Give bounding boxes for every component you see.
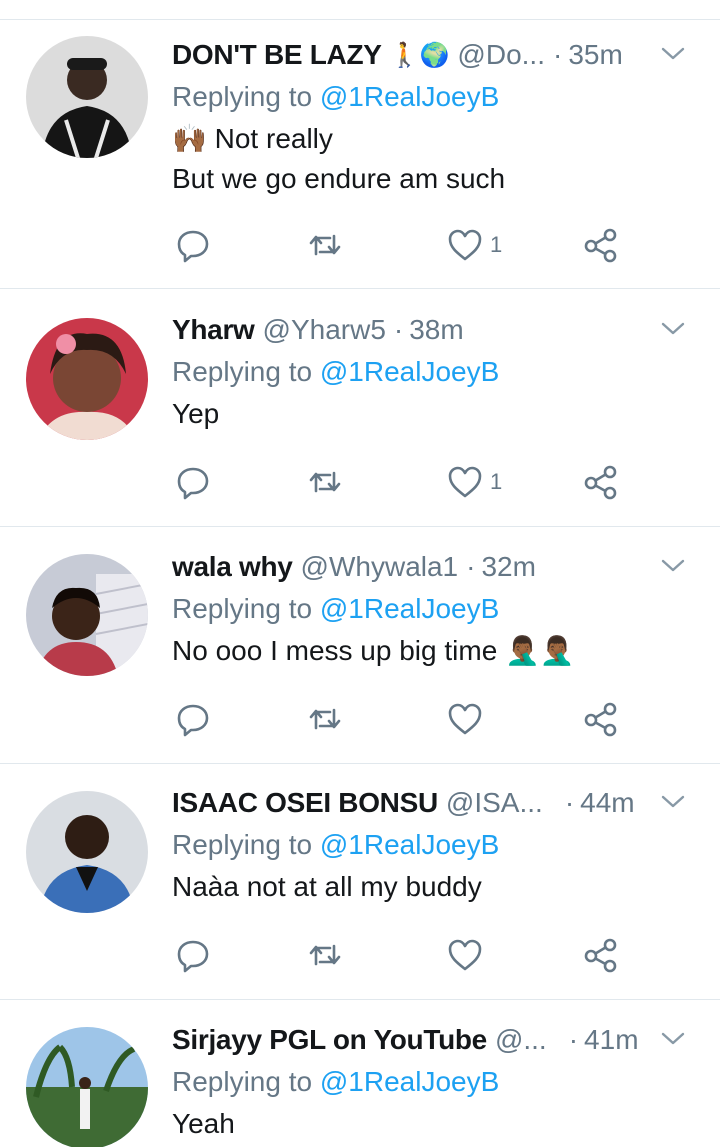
replying-to: Replying to @1RealJoeyB [172, 587, 700, 631]
share-button[interactable] [582, 933, 620, 977]
avatar[interactable] [26, 318, 148, 440]
heart-icon [448, 939, 482, 971]
display-name[interactable]: Sirjayy PGL on YouTube [172, 1024, 487, 1056]
chevron-down-icon[interactable] [658, 1026, 688, 1050]
tweet-text-line: Naàa not at all my buddy [172, 871, 482, 902]
reply-button[interactable] [174, 933, 212, 977]
like-count: 1 [490, 232, 503, 257]
heart-icon [448, 229, 482, 261]
avatar[interactable] [26, 36, 148, 158]
separator-dot: · [552, 39, 563, 70]
retweet-button[interactable] [306, 460, 344, 504]
tweet-text-line: No ooo I mess up big time 🤦🏾‍♂️🤦🏾‍♂️ [172, 635, 575, 666]
share-button[interactable] [582, 460, 620, 504]
share-icon [584, 938, 617, 973]
share-button[interactable] [582, 697, 620, 741]
replying-to-label: Replying to [172, 356, 320, 387]
timestamp[interactable]: 41m [584, 1024, 638, 1056]
replying-to-mention[interactable]: @1RealJoeyB [320, 1066, 499, 1097]
reply-button[interactable] [174, 697, 212, 741]
chevron-down-icon[interactable] [658, 789, 688, 813]
heart-icon [448, 466, 482, 498]
tweet-text-line: But we go endure am such [172, 163, 506, 194]
retweet-button[interactable] [306, 697, 344, 741]
tweet-1[interactable]: DON'T BE LAZY 🚶🌍 @Do... · 35m Replying t… [0, 21, 720, 289]
share-icon [584, 228, 617, 263]
share-icon [584, 702, 617, 737]
replying-to-mention[interactable]: @1RealJoeyB [320, 81, 499, 112]
display-name[interactable]: Yharw [172, 314, 255, 346]
display-name[interactable]: DON'T BE LAZY [172, 39, 382, 71]
avatar[interactable] [26, 554, 148, 676]
tweet-text-line: Yep [172, 398, 220, 429]
separator-dot: · [466, 551, 476, 582]
share-icon [584, 465, 617, 500]
chevron-down-icon[interactable] [658, 316, 688, 340]
tweet-3[interactable]: wala why @Whywala1 · 32m Replying to @1R… [0, 528, 720, 764]
replying-to: Replying to @1RealJoeyB [172, 350, 700, 394]
reply-button[interactable] [174, 460, 212, 504]
replying-to-mention[interactable]: @1RealJoeyB [320, 593, 499, 624]
replying-to-mention[interactable]: @1RealJoeyB [320, 356, 499, 387]
replying-to-label: Replying to [172, 593, 320, 624]
avatar[interactable] [26, 791, 148, 913]
user-handle[interactable]: @... [495, 1024, 547, 1056]
reply-icon [177, 230, 209, 263]
timestamp[interactable]: 35m [568, 39, 622, 71]
tweet-text-line: 🙌🏾 Not really [172, 123, 333, 154]
separator-dot: · [568, 1024, 579, 1055]
retweet-icon [309, 708, 341, 730]
user-handle[interactable]: @Do... [457, 39, 545, 71]
replying-to-label: Replying to [172, 1066, 320, 1097]
user-handle[interactable]: @Whywala1 [301, 551, 459, 583]
replying-to-mention[interactable]: @1RealJoeyB [320, 829, 499, 860]
top-divider [0, 0, 720, 20]
replying-to: Replying to @1RealJoeyB [172, 823, 700, 867]
reply-icon [177, 467, 209, 500]
avatar[interactable] [26, 1027, 148, 1147]
chevron-down-icon[interactable] [658, 553, 688, 577]
retweet-icon [309, 944, 341, 966]
display-name[interactable]: ISAAC OSEI BONSU [172, 787, 438, 819]
like-count: 1 [490, 469, 503, 494]
chevron-down-icon[interactable] [658, 41, 688, 65]
share-button[interactable] [582, 223, 620, 267]
retweet-button[interactable] [306, 933, 344, 977]
retweet-button[interactable] [306, 223, 344, 267]
action-bar: 1 [172, 460, 632, 504]
action-bar [172, 933, 632, 977]
timestamp[interactable]: 44m [580, 787, 634, 819]
heart-icon [448, 703, 482, 735]
like-button[interactable]: 1 [446, 223, 502, 267]
like-button[interactable] [446, 933, 490, 977]
tweet-2[interactable]: Yharw @Yharw5 · 38m Replying to @1RealJo… [0, 290, 720, 527]
user-handle[interactable]: @ISA... [446, 787, 543, 819]
tweet-text-line: Yeah [172, 1108, 235, 1139]
replying-to: Replying to @1RealJoeyB [172, 1060, 700, 1104]
separator-dot: · [393, 314, 404, 345]
tweet-5[interactable]: Sirjayy PGL on YouTube @... · 41m Replyi… [0, 1001, 720, 1147]
action-bar [172, 697, 632, 741]
like-button[interactable]: 1 [446, 460, 502, 504]
replying-to: Replying to @1RealJoeyB [172, 75, 700, 119]
reply-icon [177, 704, 209, 737]
replying-to-label: Replying to [172, 829, 320, 860]
action-bar: 1 [172, 223, 632, 267]
reply-button[interactable] [174, 223, 212, 267]
tweet-4[interactable]: ISAAC OSEI BONSU @ISA... · 44m Replying … [0, 765, 720, 1000]
retweet-icon [309, 471, 341, 493]
timestamp[interactable]: 38m [409, 314, 463, 346]
like-button[interactable] [446, 697, 490, 741]
retweet-icon [309, 234, 341, 256]
reply-icon [177, 940, 209, 973]
display-name[interactable]: wala why [172, 551, 293, 583]
separator-dot: · [564, 787, 575, 818]
timestamp[interactable]: 32m [481, 551, 535, 583]
name-emoji: 🚶🌍 [389, 41, 450, 69]
user-handle[interactable]: @Yharw5 [263, 314, 386, 346]
replying-to-label: Replying to [172, 81, 320, 112]
